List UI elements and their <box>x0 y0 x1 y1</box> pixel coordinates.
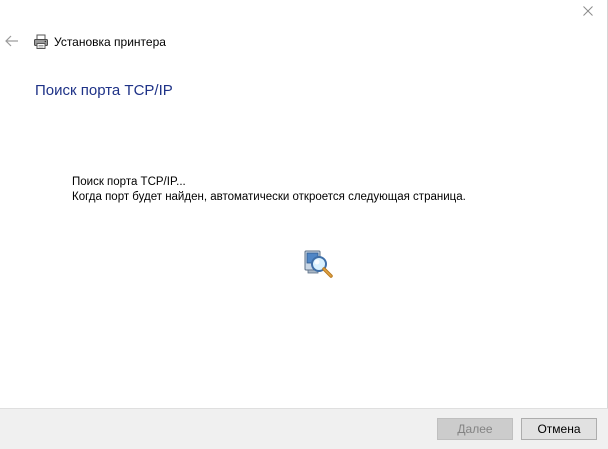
status-message-line-1: Поиск порта TCP/IP... <box>72 176 186 188</box>
status-message-line-2: Когда порт будет найден, автоматически о… <box>72 191 466 203</box>
status-message: Поиск порта TCP/IP... Когда порт будет н… <box>72 175 466 205</box>
search-computer-icon <box>302 248 334 280</box>
footer-bar: Далее Отмена <box>0 408 608 449</box>
back-arrow-icon <box>5 35 18 47</box>
close-button[interactable] <box>577 2 599 20</box>
close-icon <box>583 6 593 16</box>
window-title-row: Установка принтера <box>33 33 166 51</box>
printer-setup-window: Установка принтера Поиск порта TCP/IP По… <box>0 0 608 449</box>
cancel-button[interactable]: Отмена <box>521 418 597 440</box>
window-title: Установка принтера <box>54 35 166 49</box>
back-button[interactable] <box>4 33 20 49</box>
next-button[interactable]: Далее <box>437 418 513 440</box>
page-heading: Поиск порта TCP/IP <box>35 82 173 99</box>
printer-icon <box>33 34 49 50</box>
